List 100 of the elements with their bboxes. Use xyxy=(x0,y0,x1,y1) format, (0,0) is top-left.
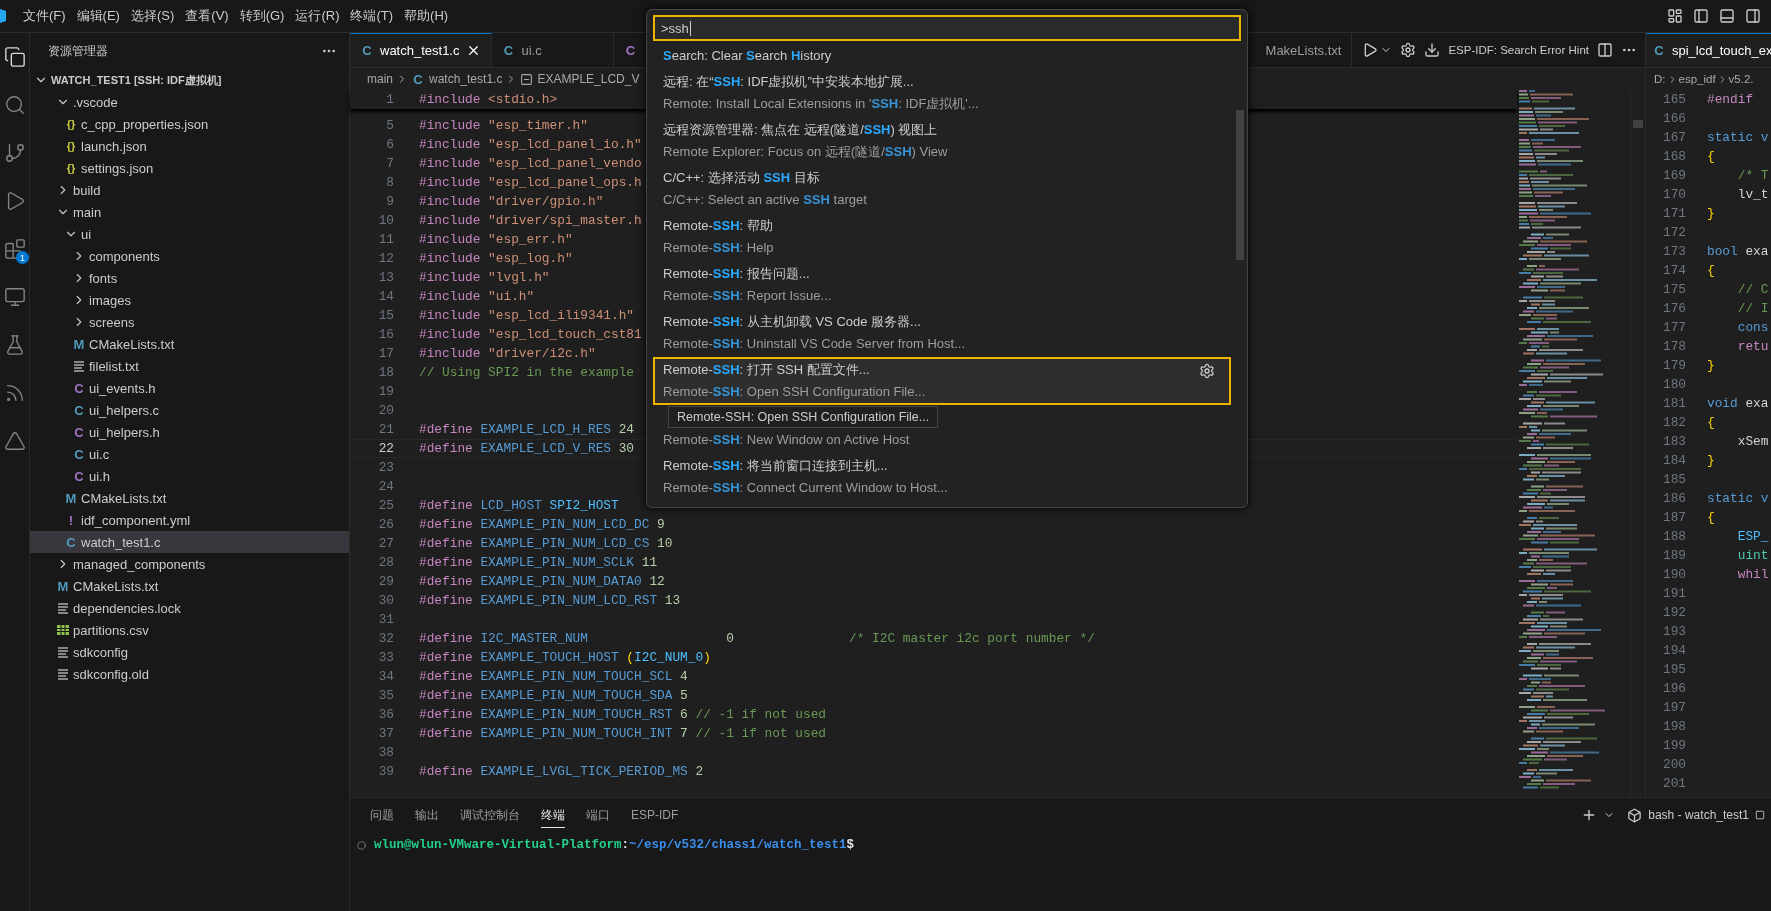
search-error-hint-button[interactable]: ESP-IDF: Search Error Hint xyxy=(1448,44,1589,56)
tree-item[interactable]: {} launch.json xyxy=(30,135,349,157)
menu-item[interactable]: 查看(V) xyxy=(181,5,233,27)
menu-item[interactable]: 编辑(E) xyxy=(72,5,124,27)
monitor-icon[interactable] xyxy=(3,286,26,308)
line-number: 38 xyxy=(377,745,394,760)
command-item[interactable]: Search: Clear Search History xyxy=(653,43,1231,69)
tree-item[interactable]: M CMakeLists.txt xyxy=(30,575,349,597)
sidebar-title: 资源管理器 xyxy=(48,42,108,60)
branch-icon[interactable] xyxy=(3,142,26,164)
tree-item[interactable]: {} c_cpp_properties.json xyxy=(30,113,349,135)
panel-tab[interactable]: 输出 xyxy=(415,802,439,828)
tree-item[interactable]: C watch_test1.c xyxy=(30,531,349,553)
tree-item[interactable]: fonts xyxy=(30,267,349,289)
tree-item[interactable]: managed_components xyxy=(30,553,349,575)
scrollbar[interactable] xyxy=(1633,120,1643,128)
panel-bottom-icon[interactable] xyxy=(1719,8,1735,24)
tree-item[interactable]: build xyxy=(30,179,349,201)
tree-item[interactable]: .vscode xyxy=(30,91,349,113)
text-file-icon xyxy=(72,359,86,373)
line-number: 166 xyxy=(1661,111,1686,126)
line-number: 180 xyxy=(1661,377,1686,392)
tree-item[interactable]: ! idf_component.yml xyxy=(30,509,349,531)
code-line: uint xyxy=(1736,548,1769,563)
settings-icon[interactable] xyxy=(1400,42,1417,58)
breadcrumb-item[interactable]: EXAMPLE_LCD_V xyxy=(537,72,640,86)
command-input[interactable]: >ssh xyxy=(653,15,1241,41)
tree-item[interactable]: C ui.c xyxy=(30,443,349,465)
tree-item[interactable]: M CMakeLists.txt xyxy=(30,487,349,509)
tree-item[interactable]: partitions.csv xyxy=(30,619,349,641)
tree-item[interactable]: WATCH_TEST1 [SSH: IDF虚拟机] xyxy=(30,69,349,91)
command-item[interactable]: Remote-SSH: 将当前窗口连接到主机... Remote-SSH: Connect Current Window to Host... xyxy=(653,453,1231,501)
tree-item[interactable]: filelist.txt xyxy=(30,355,349,377)
search-icon[interactable] xyxy=(3,94,26,116)
text-file-icon xyxy=(56,601,70,615)
menu-item[interactable]: 终端(T) xyxy=(346,5,398,27)
breadcrumb-item[interactable]: main xyxy=(367,72,393,86)
tree-item[interactable]: sdkconfig.old xyxy=(30,663,349,685)
command-item[interactable]: 远程资源管理器: 焦点在 远程(隧道/SSH) 视图上 Remote Explorer: Focus on 远程(隧道/SSH) View xyxy=(653,117,1231,165)
download-icon[interactable] xyxy=(1424,42,1441,58)
command-item[interactable]: C/C++: 选择活动 SSH 目标 C/C++: Select an active SSH target xyxy=(653,165,1231,213)
breadcrumb-item[interactable]: watch_test1.c xyxy=(429,72,503,86)
blocks-icon[interactable] xyxy=(3,238,26,260)
menu-item[interactable]: 运行(R) xyxy=(291,5,344,27)
breadcrumb-item[interactable]: esp_idf xyxy=(1678,73,1716,85)
line-number: 193 xyxy=(1661,624,1686,639)
command-item[interactable]: Remote-SSH: 帮助 Remote-SSH: Help xyxy=(653,213,1231,261)
breadcrumb-item[interactable]: v5.2. xyxy=(1728,73,1754,85)
terminal-name[interactable]: bash - watch_test1 xyxy=(1648,808,1749,822)
command-item[interactable]: Remote-SSH: 打开 SSH 配置文件... Remote-SSH: Open SSH Configuration File... xyxy=(653,357,1231,405)
tree-item[interactable]: C ui_helpers.h xyxy=(30,421,349,443)
scrollbar[interactable] xyxy=(1236,110,1244,260)
tree-item[interactable]: C ui.h xyxy=(30,465,349,487)
command-item[interactable]: Remote-SSH: New Window on Active Host xyxy=(653,427,1231,453)
menu-item[interactable]: 转到(G) xyxy=(235,5,289,27)
settings-icon[interactable] xyxy=(1199,363,1215,379)
c-letter-icon: C xyxy=(72,424,86,440)
tree-item[interactable]: ui xyxy=(30,223,349,245)
panel-right-icon[interactable] xyxy=(1745,8,1761,24)
line-number: 12 xyxy=(377,251,394,266)
files-icon[interactable] xyxy=(3,46,26,68)
tree-item[interactable]: C ui_events.h xyxy=(30,377,349,399)
command-item[interactable]: 远程: 在“SSH: IDF虚拟机”中安装本地扩展... Remote: Install Local Extensions in 'SSH: IDF虚拟机'... xyxy=(653,69,1231,117)
menu-item[interactable]: 选择(S) xyxy=(126,5,179,27)
line-number: 190 xyxy=(1661,567,1686,582)
code-line: #include "esp_timer.h" xyxy=(419,118,588,133)
command-item[interactable]: Remote-SSH: 报告问题... Remote-SSH: Report Issue... xyxy=(653,261,1231,309)
tree-item[interactable]: {} settings.json xyxy=(30,157,349,179)
tree-item[interactable]: sdkconfig xyxy=(30,641,349,663)
layout-icon[interactable] xyxy=(1667,8,1683,24)
triangle-icon[interactable] xyxy=(3,430,26,452)
command-item[interactable]: Remote-SSH: 从主机卸载 VS Code 服务器... Remote-SSH: Uninstall VS Code Server from Host... xyxy=(653,309,1231,357)
code-line: #include "driver/i2c.h" xyxy=(419,346,596,361)
line-number: 194 xyxy=(1661,643,1686,658)
split-editor-icon[interactable] xyxy=(1597,42,1613,58)
panel-left-icon[interactable] xyxy=(1693,8,1709,24)
square-icon[interactable] xyxy=(1755,810,1765,820)
tree-item[interactable]: C ui_helpers.c xyxy=(30,399,349,421)
terminal-prompt: wlun@wlun-VMware-Virtual-Platform:~/esp/v532/chass1/watch_test1$ xyxy=(374,838,855,852)
tree-item[interactable]: screens xyxy=(30,311,349,333)
tree-item[interactable]: main xyxy=(30,201,349,223)
panel-tab[interactable]: 终端 xyxy=(541,802,565,828)
panel-tab[interactable]: 调试控制台 xyxy=(460,802,520,828)
menu-item[interactable]: 文件(F) xyxy=(19,5,70,27)
tree-item[interactable]: images xyxy=(30,289,349,311)
breadcrumb-item[interactable]: D: xyxy=(1654,73,1666,85)
tree-item[interactable]: components xyxy=(30,245,349,267)
code-line: #define EXAMPLE_TOUCH_HOST (I2C_NUM_0) xyxy=(419,650,711,665)
line-number: 197 xyxy=(1661,700,1686,715)
panel-tab[interactable]: 端口 xyxy=(586,802,610,828)
panel-tab[interactable]: ESP-IDF xyxy=(631,804,679,826)
line-number: 196 xyxy=(1661,681,1686,696)
tree-item[interactable]: M CMakeLists.txt xyxy=(30,333,349,355)
tree-item[interactable]: dependencies.lock xyxy=(30,597,349,619)
menu-item[interactable]: 帮助(H) xyxy=(400,5,453,27)
code-line: } xyxy=(1707,358,1715,373)
code-line: /* T xyxy=(1736,168,1769,183)
panel-tab[interactable]: 问题 xyxy=(370,802,394,828)
editor-tab[interactable]: C watch_test1.c xyxy=(350,33,492,67)
play-icon[interactable] xyxy=(1362,42,1379,58)
